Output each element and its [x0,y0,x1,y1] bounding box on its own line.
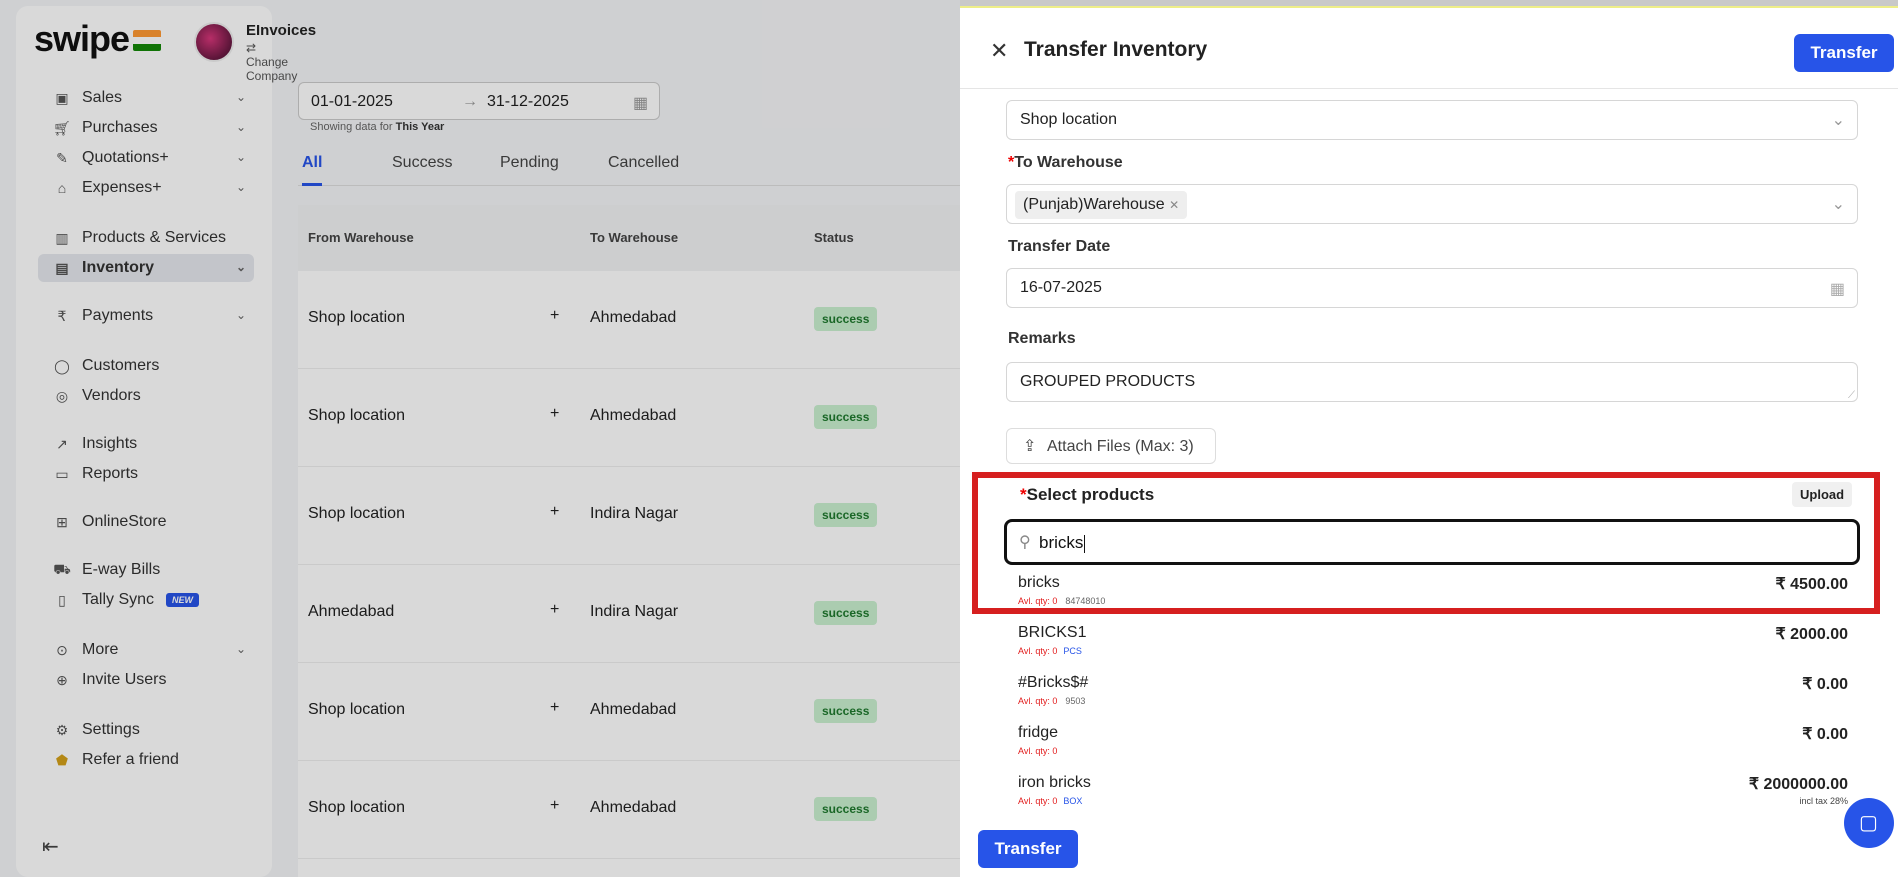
to-warehouse-select[interactable]: (Punjab)Warehouse ✕ ⌄ [1006,184,1858,224]
product-price: ₹ 0.00 [1802,676,1848,693]
product-unit: PCS [1063,646,1082,656]
product-price: ₹ 2000000.00 [1748,776,1848,793]
close-icon[interactable]: ✕ [990,38,1008,64]
transfer-button-top[interactable]: Transfer [1794,34,1894,72]
to-warehouse-label: *To Warehouse [1008,154,1123,171]
product-price: ₹ 4500.00 [1775,576,1848,593]
select-products-label: *Select products [1020,485,1155,504]
product-name: BRICKS1 [1018,624,1087,641]
available-qty: Avl. qty: 0 [1018,746,1058,756]
remove-tag-icon[interactable]: ✕ [1169,198,1179,212]
text-cursor [1084,534,1086,553]
select-products-text: Select products [1026,485,1155,504]
from-warehouse-value: Shop location [1020,111,1117,128]
transfer-button-bottom[interactable]: Transfer [978,830,1078,868]
product-code: 9503 [1065,696,1086,706]
upload-icon: ⇪ [1023,438,1037,455]
modal-backdrop[interactable] [0,0,960,877]
product-name: bricks [1018,574,1060,591]
attach-files-label: Attach Files (Max: 3) [1047,438,1194,455]
transfer-date-input[interactable]: 16-07-2025 ▦ [1006,268,1858,308]
attach-files-button[interactable]: ⇪ Attach Files (Max: 3) [1006,428,1216,464]
chevron-down-icon: ⌄ [1831,112,1845,129]
resize-handle-icon[interactable]: ⟋ [1848,390,1855,401]
product-option[interactable]: bricks Avl. qty: 0 84748010 ₹ 4500.00 [1018,574,1848,622]
to-warehouse-label-text: To Warehouse [1014,154,1123,171]
warehouse-tag[interactable]: (Punjab)Warehouse ✕ [1015,191,1188,219]
remarks-textarea[interactable]: GROUPED PRODUCTS ⟋ [1006,362,1858,402]
from-warehouse-select[interactable]: Shop location ⌄ [1006,100,1858,140]
header-divider [960,88,1898,89]
product-option[interactable]: BRICKS1 Avl. qty: 0 PCS ₹ 2000.00 [1018,624,1848,672]
transfer-inventory-drawer: ✕ Transfer Inventory Transfer Shop locat… [960,6,1898,877]
remarks-value: GROUPED PRODUCTS [1020,373,1196,390]
warehouse-tag-label: (Punjab)Warehouse [1023,196,1165,213]
available-qty: Avl. qty: 0 [1018,596,1058,606]
product-option[interactable]: fridge Avl. qty: 0 ₹ 0.00 [1018,724,1848,772]
chat-support-button[interactable]: ▢ [1844,798,1894,848]
product-name: iron bricks [1018,774,1091,791]
product-option[interactable]: #Bricks$# Avl. qty: 0 9503 ₹ 0.00 [1018,674,1848,722]
tax-note: incl tax 28% [1799,796,1848,806]
chat-icon: ▢ [1859,812,1878,834]
available-qty: Avl. qty: 0 [1018,796,1058,806]
calendar-icon: ▦ [1829,281,1845,298]
product-option[interactable]: iron bricks Avl. qty: 0 BOX ₹ 2000000.00 inc… [1018,774,1848,822]
search-value: bricks [1039,533,1084,552]
product-price: ₹ 2000.00 [1775,626,1848,643]
product-price: ₹ 0.00 [1802,726,1848,743]
transfer-date-value: 16-07-2025 [1020,279,1102,296]
product-search-input[interactable]: ⚲ bricks [1004,519,1860,565]
available-qty: Avl. qty: 0 [1018,646,1058,656]
remarks-label: Remarks [1008,330,1076,347]
transfer-date-label: Transfer Date [1008,238,1111,255]
drawer-title: Transfer Inventory [1024,38,1208,61]
search-icon: ⚲ [1019,534,1031,551]
app-background: swipe EInvoices ⇄ Change Company ▣ Sales ⌄… [0,0,960,877]
product-name: fridge [1018,724,1059,741]
chevron-down-icon: ⌄ [1831,196,1845,213]
product-unit: BOX [1063,796,1083,806]
available-qty: Avl. qty: 0 [1018,696,1058,706]
upload-button[interactable]: Upload [1792,482,1853,507]
product-name: #Bricks$# [1018,674,1089,691]
product-code: 84748010 [1065,596,1106,606]
